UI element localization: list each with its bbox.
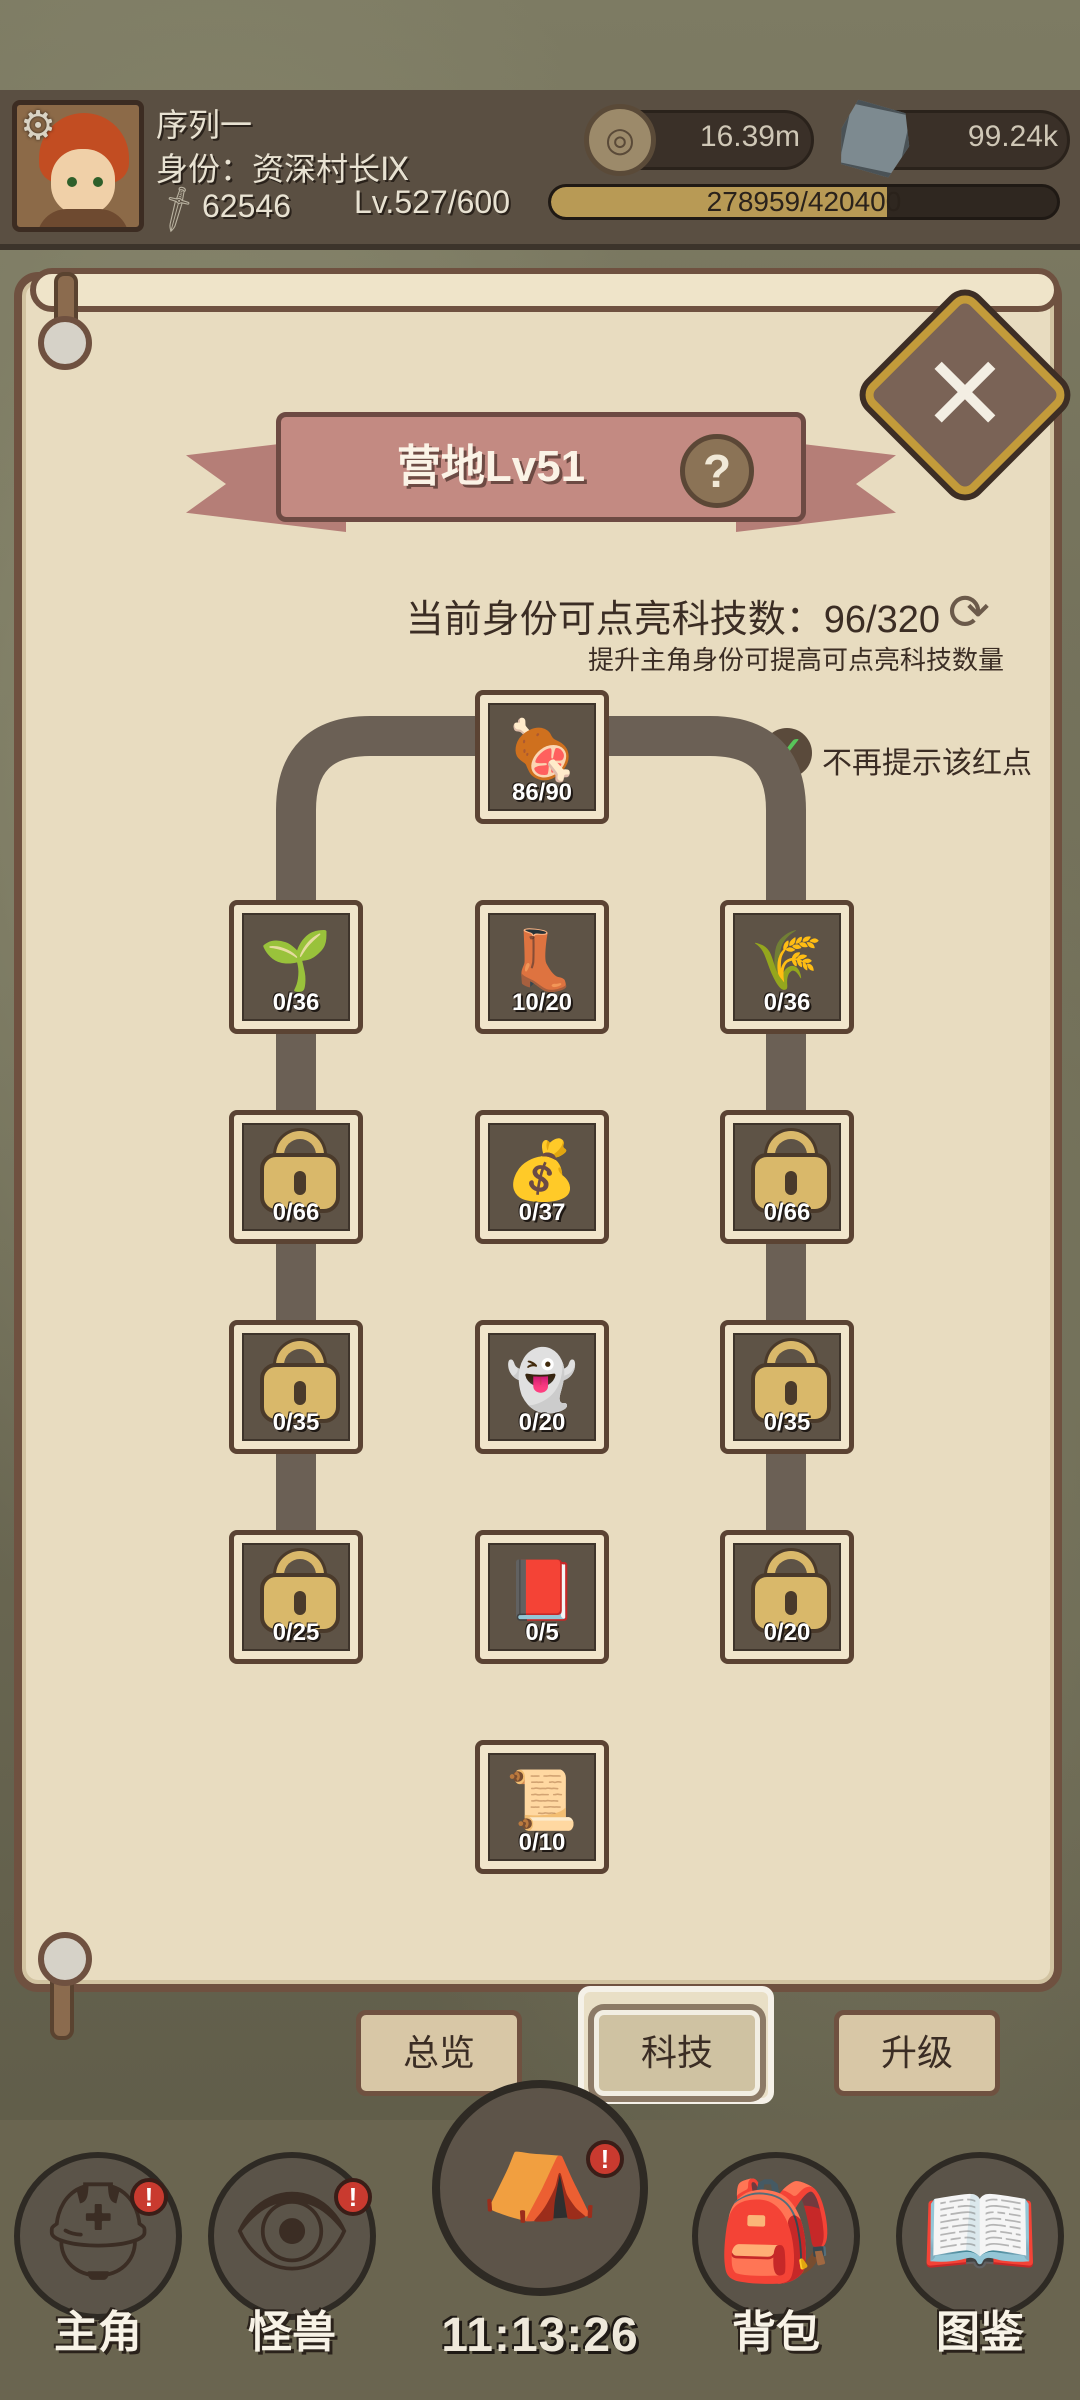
player-name: 序列一 (156, 107, 253, 143)
tab-tech[interactable]: 科技 (594, 2010, 760, 2096)
tech-node-locked[interactable]: 0/66 (229, 1110, 363, 1244)
tech-progress: 0/10 (518, 1829, 566, 1856)
tech-node-locked[interactable]: 0/25 (229, 1530, 363, 1664)
close-icon[interactable]: ✕ (890, 320, 1040, 470)
tech-progress: 10/20 (511, 989, 573, 1016)
nav-monster-label: 怪兽 (248, 2308, 336, 2357)
notification-badge: ! (334, 2178, 372, 2216)
player-level: Lv.527/600 (354, 184, 510, 220)
tab-upgrade[interactable]: 升级 (834, 2010, 1000, 2096)
refresh-icon[interactable]: ⟳ (948, 586, 1000, 638)
tech-node-book[interactable]: 📕 0/5 (475, 1530, 609, 1664)
backpack-icon: 🎒 (716, 2178, 836, 2285)
tech-progress: 0/36 (272, 989, 320, 1016)
tech-progress: 86/90 (511, 779, 573, 806)
tech-node-locked[interactable]: 0/20 (720, 1530, 854, 1664)
tech-node-locked[interactable]: 0/35 (720, 1320, 854, 1454)
tech-progress: 0/37 (518, 1199, 566, 1226)
tech-node-boot[interactable]: 👢 10/20 (475, 900, 609, 1034)
codex-book-icon: 📖 (920, 2178, 1040, 2285)
tech-progress: 0/25 (272, 1619, 320, 1646)
gem-amount: 99.24k (967, 120, 1058, 153)
tech-node-soil[interactable]: 🌱 0/36 (229, 900, 363, 1034)
tech-progress: 0/35 (272, 1409, 320, 1436)
tech-hint-text: 提升主角身份可提高可点亮科技数量 (587, 645, 1004, 675)
coin-amount: 16.39m (699, 120, 800, 153)
scroll-peg (38, 316, 92, 370)
tech-progress: 0/36 (763, 989, 811, 1016)
tech-node-locked[interactable]: 0/66 (720, 1110, 854, 1244)
no-reminder-label[interactable]: 不再提示该红点 (822, 738, 1032, 782)
tech-node-hay[interactable]: 🌾 0/36 (720, 900, 854, 1034)
notification-badge: ! (586, 2140, 624, 2178)
tech-progress: 0/66 (763, 1199, 811, 1226)
coin-icon: ◎ (584, 104, 656, 176)
tech-node-meat[interactable]: 🍖 86/90 (475, 690, 609, 824)
game-clock: 11:13:26 (441, 2309, 639, 2362)
scroll-top-roll (30, 268, 1060, 312)
notification-badge: ! (130, 2178, 168, 2216)
help-icon[interactable]: ? (680, 434, 754, 508)
tech-progress: 0/5 (525, 1619, 559, 1646)
checkbox-icon[interactable]: ✓ (762, 728, 812, 778)
nav-hero-label: 主角 (54, 2308, 142, 2357)
tech-count-text: 当前身份可点亮科技数：96/320 (405, 599, 940, 641)
tech-progress: 0/20 (518, 1409, 566, 1436)
tech-node-hooded[interactable]: 👻 0/20 (475, 1320, 609, 1454)
camp-level-title: 营地Lv51 (396, 442, 586, 491)
tech-progress: 0/20 (763, 1619, 811, 1646)
experience-text: 278959/420400 (706, 186, 902, 217)
scroll-peg (38, 1932, 92, 1986)
tech-progress: 0/66 (272, 1199, 320, 1226)
nav-codex-label: 图鉴 (936, 2308, 1024, 2357)
tech-node-locked[interactable]: 0/35 (229, 1320, 363, 1454)
nav-bag-label: 背包 (732, 2308, 820, 2357)
tech-node-sack[interactable]: 💰 0/37 (475, 1110, 609, 1244)
tab-overview[interactable]: 总览 (356, 2010, 522, 2096)
settings-gear-icon[interactable]: ⚙ (16, 104, 60, 148)
combat-power-value: 62546 (202, 188, 291, 224)
tech-progress: 0/35 (763, 1409, 811, 1436)
tech-node-scroll[interactable]: 📜 0/10 (475, 1740, 609, 1874)
